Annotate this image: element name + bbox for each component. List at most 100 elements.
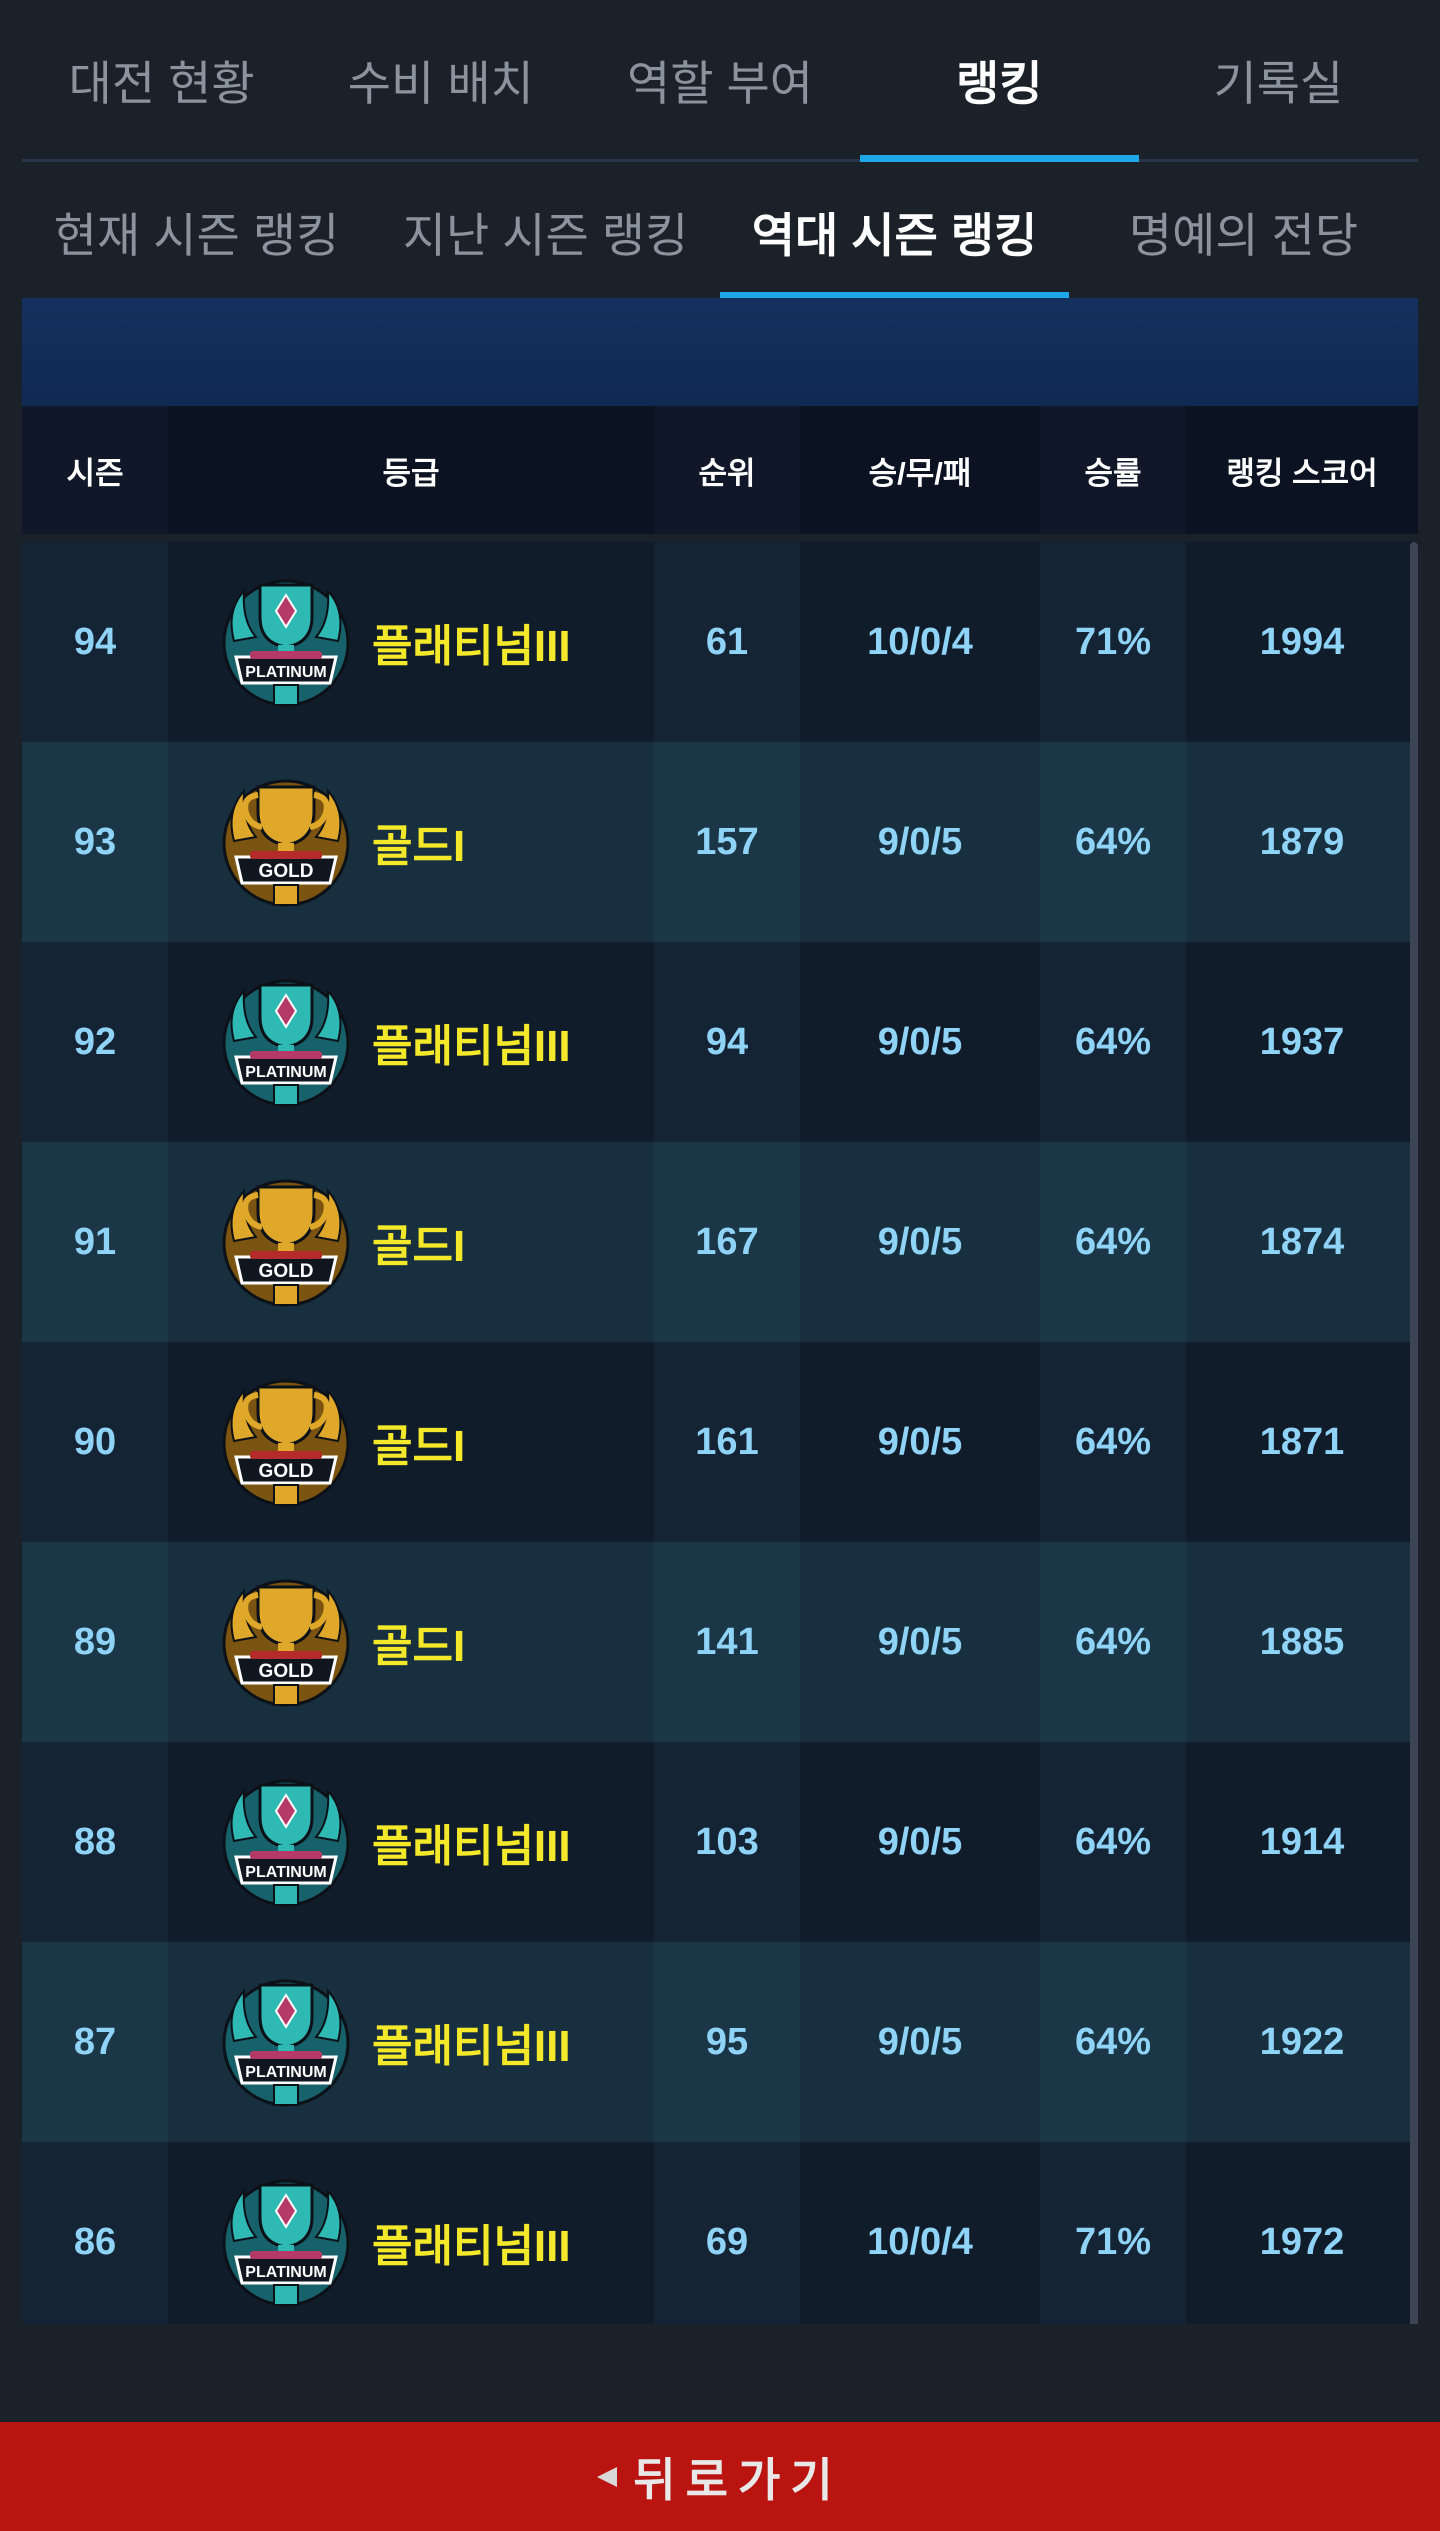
svg-text:PLATINUM: PLATINUM	[245, 1864, 326, 1881]
table-row[interactable]: 89 GOLD 골드I 141 9/0/5 64% 1885	[22, 1542, 1418, 1742]
table-row[interactable]: 94 PLATINUM 플래티넘III 61 10/0/4 71% 1994	[22, 542, 1418, 742]
cell-win-rate: 64%	[1040, 1742, 1186, 1942]
cell-rank: 141	[654, 1542, 800, 1742]
platinum-tier-badge-icon: PLATINUM	[222, 579, 350, 707]
cell-grade: GOLD 골드I	[168, 742, 654, 942]
table-row[interactable]: 86 PLATINUM 플래티넘III 69 10/0/4 71% 1972	[22, 2142, 1418, 2324]
grade-name: 플래티넘III	[372, 2022, 571, 2071]
table-header: 시즌 등급 순위 승/무/패 승률 랭킹 스코어	[22, 406, 1418, 534]
table-body: 94 PLATINUM 플래티넘III 61 10/0/4 71% 1994 93 GOLD 골드…	[22, 542, 1418, 2324]
season-ranking-table[interactable]: 시즌 등급 순위 승/무/패 승률 랭킹 스코어 94 PLATINUM 플래티넘I…	[22, 406, 1418, 2324]
table-row[interactable]: 90 GOLD 골드I 161 9/0/5 64% 1871	[22, 1342, 1418, 1542]
cell-season: 90	[22, 1342, 168, 1542]
grade-name: 골드I	[372, 1422, 466, 1471]
cell-ranking-score: 1879	[1186, 742, 1418, 942]
table-row[interactable]: 92 PLATINUM 플래티넘III 94 9/0/5 64% 1937	[22, 942, 1418, 1142]
cell-grade: GOLD 골드I	[168, 1142, 654, 1342]
grade-name: 플래티넘III	[372, 1822, 571, 1871]
grade-name: 플래티넘III	[372, 2222, 571, 2271]
gold-tier-badge-icon: GOLD	[222, 1379, 350, 1507]
season-banner	[22, 298, 1418, 406]
platinum-tier-badge-icon: PLATINUM	[222, 2179, 350, 2307]
table-row[interactable]: 87 PLATINUM 플래티넘III 95 9/0/5 64% 1922	[22, 1942, 1418, 2142]
sub-tab-bar: 현재 시즌 랭킹 지난 시즌 랭킹 역대 시즌 랭킹 명예의 전당	[22, 165, 1418, 300]
table-row[interactable]: 91 GOLD 골드I 167 9/0/5 64% 1874	[22, 1142, 1418, 1342]
tab-role-assign[interactable]: 역할 부여	[580, 0, 859, 159]
header-ranking-score: 랭킹 스코어	[1186, 406, 1418, 534]
grade-name: 골드I	[372, 1622, 466, 1671]
cell-win-rate: 71%	[1040, 2142, 1186, 2324]
cell-rank: 69	[654, 2142, 800, 2324]
cell-season: 94	[22, 542, 168, 742]
cell-record: 9/0/5	[800, 1742, 1040, 1942]
cell-win-rate: 64%	[1040, 942, 1186, 1142]
tab-records[interactable]: 기록실	[1139, 0, 1418, 159]
table-scrollbar[interactable]	[1410, 542, 1418, 2324]
header-record: 승/무/패	[800, 406, 1040, 534]
cell-record: 9/0/5	[800, 942, 1040, 1142]
header-rank: 순위	[698, 455, 756, 491]
cell-record: 9/0/5	[800, 1342, 1040, 1542]
cell-season: 93	[22, 742, 168, 942]
cell-rank: 167	[654, 1142, 800, 1342]
svg-text:PLATINUM: PLATINUM	[245, 1064, 326, 1081]
back-button-label: 뒤로가기	[633, 2453, 843, 2506]
cell-record: 9/0/5	[800, 1542, 1040, 1742]
cell-record: 9/0/5	[800, 1142, 1040, 1342]
cell-win-rate: 71%	[1040, 542, 1186, 742]
svg-text:PLATINUM: PLATINUM	[245, 2264, 326, 2281]
table-row[interactable]: 93 GOLD 골드I 157 9/0/5 64% 1879	[22, 742, 1418, 942]
svg-text:GOLD: GOLD	[259, 1261, 314, 1282]
cell-rank: 103	[654, 1742, 800, 1942]
cell-win-rate: 64%	[1040, 1342, 1186, 1542]
cell-ranking-score: 1922	[1186, 1942, 1418, 2142]
cell-grade: PLATINUM 플래티넘III	[168, 2142, 654, 2324]
cell-ranking-score: 1874	[1186, 1142, 1418, 1342]
back-button[interactable]: 뒤로가기	[0, 2422, 1440, 2531]
header-win-rate: 승률	[1084, 455, 1142, 491]
header-grade: 등급	[168, 406, 654, 534]
svg-text:PLATINUM: PLATINUM	[245, 664, 326, 681]
cell-season: 87	[22, 1942, 168, 2142]
grade-name: 골드I	[372, 1222, 466, 1271]
grade-name: 플래티넘III	[372, 622, 571, 671]
tab-defense-setup[interactable]: 수비 배치	[301, 0, 580, 159]
cell-rank: 61	[654, 542, 800, 742]
cell-ranking-score: 1972	[1186, 2142, 1418, 2324]
cell-record: 9/0/5	[800, 1942, 1040, 2142]
tab-battle-status[interactable]: 대전 현황	[22, 0, 301, 159]
cell-ranking-score: 1914	[1186, 1742, 1418, 1942]
gold-tier-badge-icon: GOLD	[222, 1179, 350, 1307]
cell-grade: GOLD 골드I	[168, 1342, 654, 1542]
platinum-tier-badge-icon: PLATINUM	[222, 979, 350, 1107]
cell-grade: PLATINUM 플래티넘III	[168, 542, 654, 742]
platinum-tier-badge-icon: PLATINUM	[222, 1979, 350, 2107]
cell-rank: 94	[654, 942, 800, 1142]
cell-win-rate: 64%	[1040, 1542, 1186, 1742]
tab-all-time-season-ranking[interactable]: 역대 시즌 랭킹	[720, 165, 1069, 300]
tab-last-season-ranking[interactable]: 지난 시즌 랭킹	[371, 165, 720, 297]
cell-ranking-score: 1937	[1186, 942, 1418, 1142]
cell-rank: 95	[654, 1942, 800, 2142]
cell-grade: GOLD 골드I	[168, 1542, 654, 1742]
cell-season: 89	[22, 1542, 168, 1742]
tab-ranking[interactable]: 랭킹	[859, 0, 1140, 162]
svg-text:PLATINUM: PLATINUM	[245, 2064, 326, 2081]
cell-ranking-score: 1871	[1186, 1342, 1418, 1542]
cell-ranking-score: 1885	[1186, 1542, 1418, 1742]
gold-tier-badge-icon: GOLD	[222, 779, 350, 907]
cell-grade: PLATINUM 플래티넘III	[168, 1942, 654, 2142]
cell-rank: 161	[654, 1342, 800, 1542]
cell-record: 10/0/4	[800, 542, 1040, 742]
cell-grade: PLATINUM 플래티넘III	[168, 1742, 654, 1942]
cell-win-rate: 64%	[1040, 1942, 1186, 2142]
grade-name: 골드I	[372, 822, 466, 871]
table-row[interactable]: 88 PLATINUM 플래티넘III 103 9/0/5 64% 1914	[22, 1742, 1418, 1942]
svg-text:GOLD: GOLD	[259, 1461, 314, 1482]
cell-ranking-score: 1994	[1186, 542, 1418, 742]
gold-tier-badge-icon: GOLD	[222, 1579, 350, 1707]
cell-season: 88	[22, 1742, 168, 1942]
platinum-tier-badge-icon: PLATINUM	[222, 1779, 350, 1907]
tab-hall-of-fame[interactable]: 명예의 전당	[1069, 165, 1418, 297]
tab-current-season-ranking[interactable]: 현재 시즌 랭킹	[22, 165, 371, 297]
